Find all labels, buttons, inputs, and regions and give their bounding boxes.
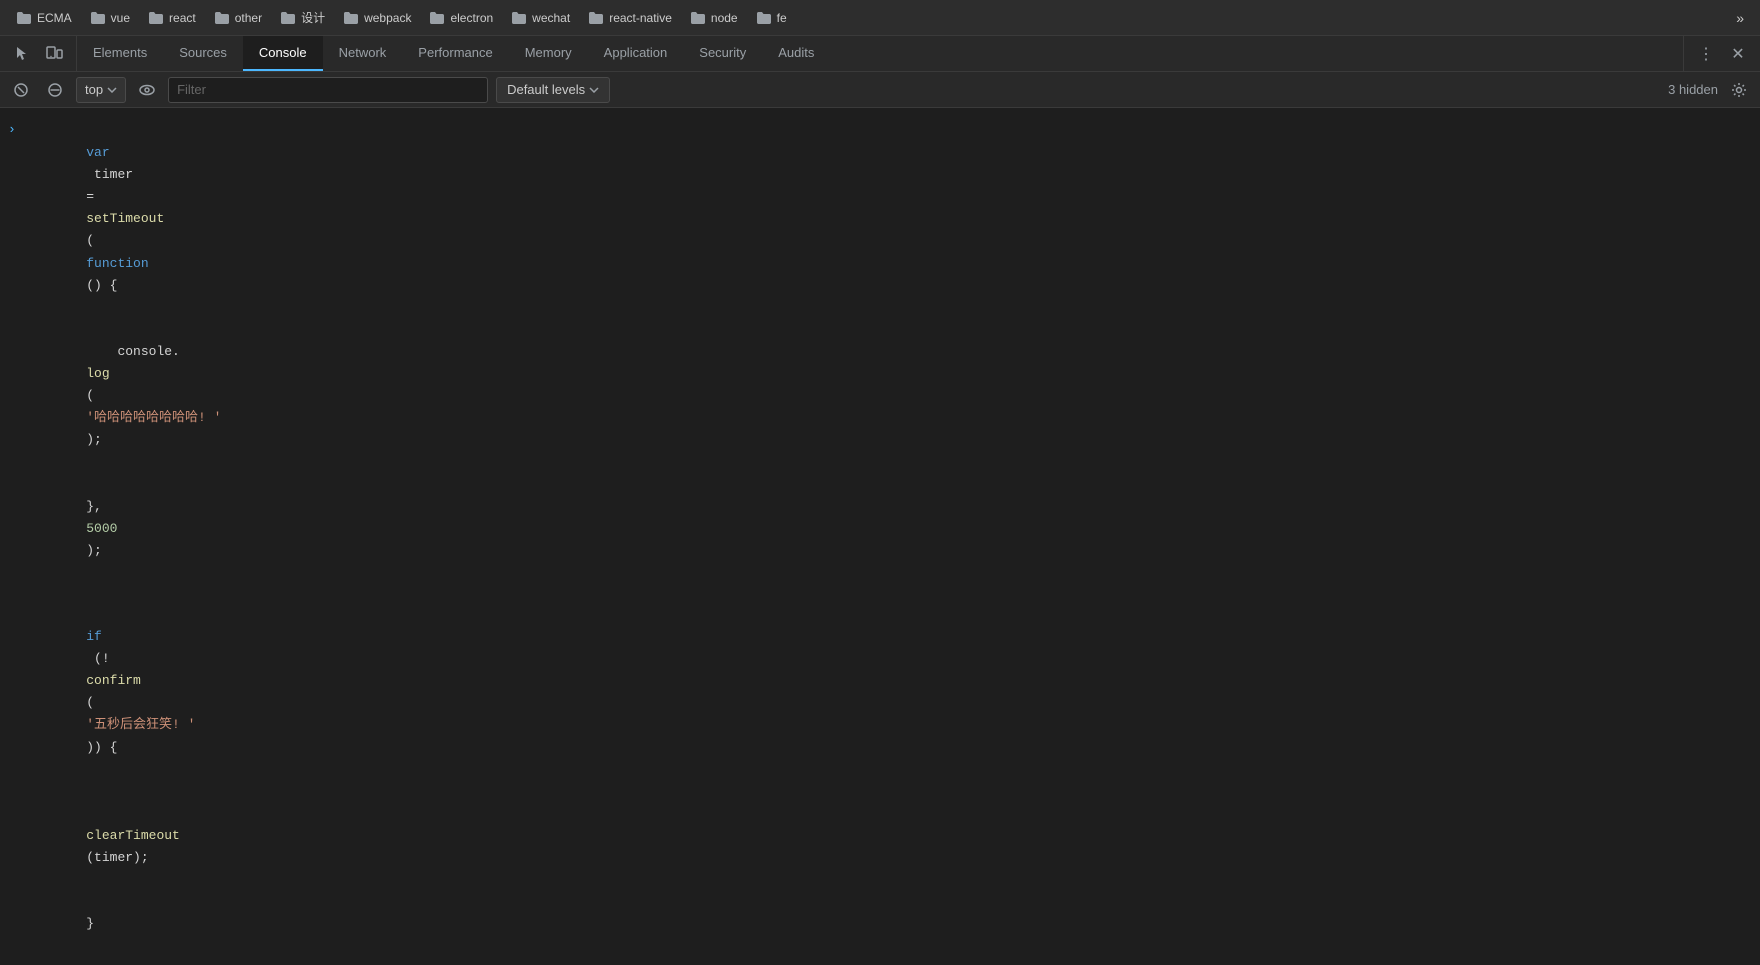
folder-icon [16, 11, 32, 24]
console-entry-1: › var timer = setTimeout ( function () {… [0, 120, 1760, 584]
bookmark-other[interactable]: other [206, 8, 270, 28]
device-icon [45, 45, 63, 63]
bookmark-label: wechat [532, 11, 570, 25]
gear-icon [1731, 82, 1747, 98]
folder-icon [588, 11, 604, 24]
bookmark-design[interactable]: 设计 [272, 6, 333, 29]
console-toolbar: top Default levels 3 hidden [0, 72, 1760, 108]
bookmark-react-native[interactable]: react-native [580, 8, 680, 28]
function-name-confirm: confirm [86, 673, 141, 688]
context-selector[interactable]: top [76, 77, 126, 103]
console-output: › var timer = setTimeout ( function () {… [0, 108, 1760, 965]
folder-icon [90, 11, 106, 24]
tab-console[interactable]: Console [243, 36, 323, 71]
tab-audits[interactable]: Audits [762, 36, 830, 71]
tab-security[interactable]: Security [683, 36, 762, 71]
code-line: console. log ( '哈哈哈哈哈哈哈哈! ' ); [24, 319, 222, 474]
device-toolbar-button[interactable] [40, 40, 68, 68]
inspect-element-button[interactable] [8, 40, 36, 68]
bookmark-label: vue [111, 11, 130, 25]
close-devtools-button[interactable]: ✕ [1724, 40, 1752, 68]
code-line: }, 5000 ); [24, 474, 222, 584]
tab-elements[interactable]: Elements [77, 36, 163, 71]
folder-icon [280, 11, 296, 24]
keyword-var: var [86, 145, 109, 160]
code-line: if (! confirm ( '五秒后会狂笑! ' )) { [24, 604, 196, 781]
code-line: var timer = setTimeout ( function () { [24, 120, 222, 319]
tab-memory[interactable]: Memory [509, 36, 588, 71]
bookmark-electron[interactable]: electron [421, 8, 501, 28]
tab-sources[interactable]: Sources [163, 36, 243, 71]
bookmark-label: other [235, 11, 262, 25]
more-tools-button[interactable]: ⋮ [1692, 40, 1720, 68]
devtools-tabs-bar: Elements Sources Console Network Perform… [0, 36, 1760, 72]
bookmark-label: react [169, 11, 196, 25]
string-value-2: '五秒后会狂笑! ' [86, 717, 195, 732]
console-entry-2: › if (! confirm ( '五秒后会狂笑! ' )) { clearT… [0, 604, 1760, 958]
folder-icon [756, 11, 772, 24]
clear-console-button[interactable] [8, 77, 34, 103]
folder-icon [429, 11, 445, 24]
bookmark-node[interactable]: node [682, 8, 746, 28]
devtools-right-tools: ⋮ ✕ [1683, 36, 1760, 71]
bookmark-label: fe [777, 11, 787, 25]
function-name-clear: clearTimeout [86, 828, 180, 843]
string-value: '哈哈哈哈哈哈哈哈! ' [86, 410, 221, 425]
filter-input[interactable] [168, 77, 488, 103]
devtools-left-tools [0, 36, 77, 71]
console-blank-line [0, 584, 1760, 604]
bookmark-ecma[interactable]: ECMA [8, 8, 80, 28]
cursor-icon [13, 45, 31, 63]
folder-icon [214, 11, 230, 24]
bookmark-label: electron [450, 11, 493, 25]
bookmarks-more-button[interactable]: » [1728, 6, 1752, 30]
function-name-log: log [86, 366, 109, 381]
tab-application[interactable]: Application [588, 36, 684, 71]
chevron-down-icon [107, 87, 117, 93]
bookmark-fe[interactable]: fe [748, 8, 795, 28]
bookmark-webpack[interactable]: webpack [335, 8, 419, 28]
bookmark-label: node [711, 11, 738, 25]
log-levels-button[interactable]: Default levels [496, 77, 610, 103]
code-line: clearTimeout (timer); [24, 781, 196, 891]
bookmark-label: react-native [609, 11, 672, 25]
bookmark-label: ECMA [37, 11, 72, 25]
block-icon [47, 82, 63, 98]
hidden-count-label: 3 hidden [1668, 82, 1718, 97]
chevron-down-icon [589, 87, 599, 93]
clear-icon [13, 82, 29, 98]
bookmark-vue[interactable]: vue [82, 8, 138, 28]
function-name: setTimeout [86, 211, 164, 226]
code-block-2: if (! confirm ( '五秒后会狂笑! ' )) { clearTim… [24, 604, 196, 958]
bookmark-wechat[interactable]: wechat [503, 8, 578, 28]
folder-icon [511, 11, 527, 24]
tab-network[interactable]: Network [323, 36, 403, 71]
entry-arrow: › [8, 120, 16, 141]
bookmarks-bar: ECMA vue react other 设计 webpack [0, 0, 1760, 36]
tab-performance[interactable]: Performance [402, 36, 508, 71]
code-line: } [24, 891, 196, 957]
code-block-1: var timer = setTimeout ( function () { c… [24, 120, 222, 584]
console-settings-button[interactable] [1726, 77, 1752, 103]
bookmark-label: 设计 [301, 9, 325, 26]
stop-log-button[interactable] [42, 77, 68, 103]
eye-button[interactable] [134, 77, 160, 103]
bookmark-label: webpack [364, 11, 411, 25]
folder-icon [690, 11, 706, 24]
folder-icon [343, 11, 359, 24]
bookmark-react[interactable]: react [140, 8, 204, 28]
keyword-if: if [86, 629, 102, 644]
folder-icon [148, 11, 164, 24]
eye-icon [139, 82, 155, 98]
number-value: 5000 [86, 521, 117, 536]
